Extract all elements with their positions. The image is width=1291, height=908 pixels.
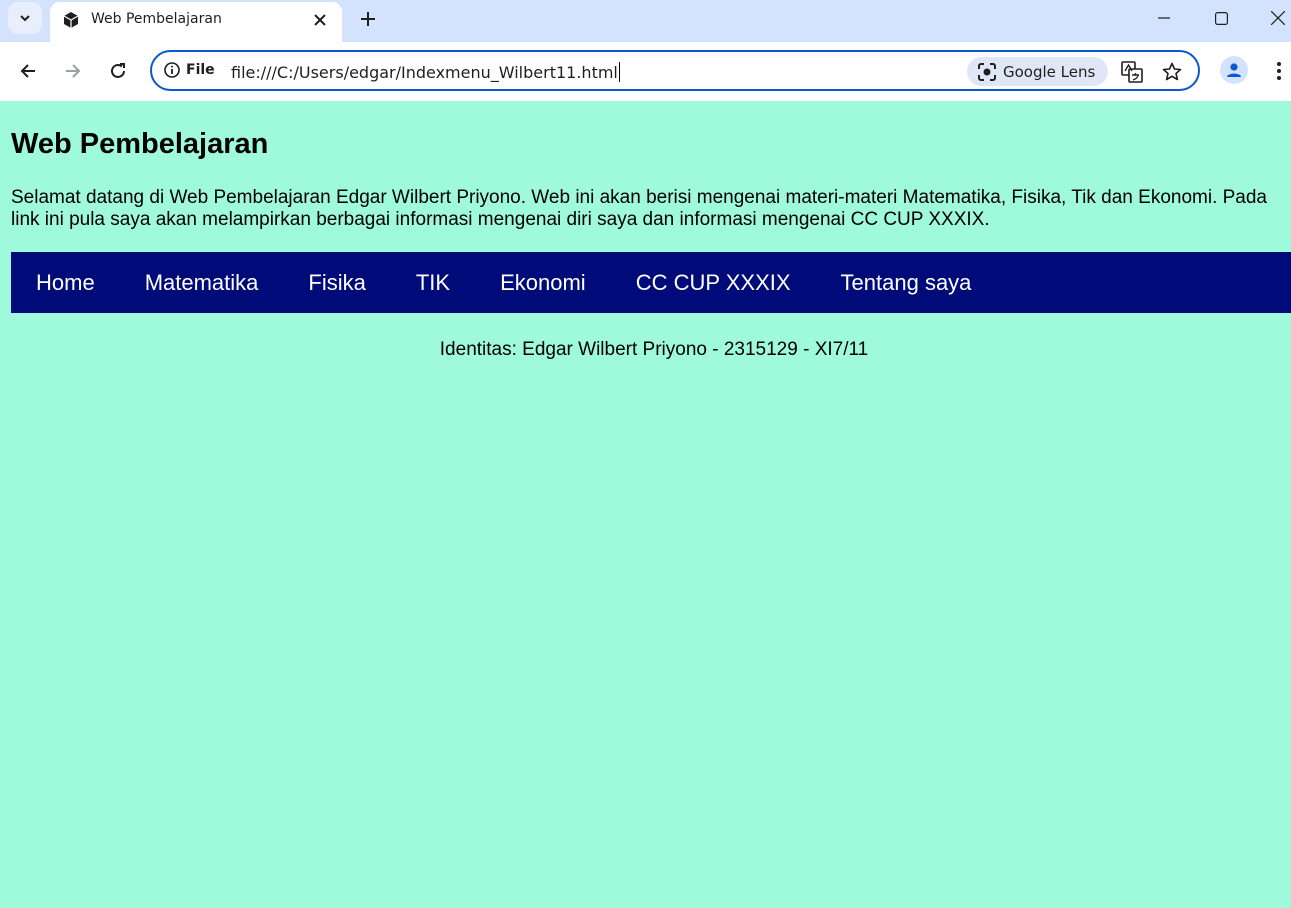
arrow-right-icon	[66, 64, 81, 78]
intro-text: Selamat datang di Web Pembelajaran Edgar…	[11, 187, 1267, 230]
browser-toolbar: File file:///C:/Users/edgar/Indexmenu_Wi…	[0, 42, 1291, 101]
close-icon	[1271, 11, 1285, 25]
nav-link-cc-cup[interactable]: CC CUP XXXIX	[611, 252, 816, 313]
site-info-label: File	[186, 62, 215, 78]
nav-link-tik[interactable]: TIK	[391, 252, 475, 313]
google-lens-label: Google Lens	[1003, 62, 1096, 81]
forward-button[interactable]	[58, 56, 88, 86]
back-button[interactable]	[13, 56, 43, 86]
site-info-button[interactable]: File	[164, 62, 215, 78]
address-bar[interactable]: File file:///C:/Users/edgar/Indexmenu_Wi…	[150, 50, 1200, 91]
maximize-button[interactable]	[1192, 0, 1250, 36]
minimize-icon	[1158, 17, 1170, 19]
star-icon	[1162, 62, 1182, 81]
translate-icon	[1121, 61, 1143, 83]
info-icon	[164, 62, 180, 78]
active-tab[interactable]: Web Pembelajaran	[50, 2, 342, 42]
lens-icon	[978, 62, 996, 81]
page-content: Web Pembelajaran Selamat datang di Web P…	[0, 101, 1291, 908]
arrow-left-icon	[20, 64, 35, 78]
browser-menu-button[interactable]	[1268, 56, 1290, 86]
close-icon	[314, 14, 326, 26]
reload-icon	[111, 63, 125, 78]
nav-link-tentang-saya[interactable]: Tentang saya	[816, 252, 997, 313]
page-title: Web Pembelajaran	[11, 128, 269, 160]
maximize-icon	[1214, 11, 1228, 25]
more-vertical-icon	[1277, 62, 1281, 80]
tab-title: Web Pembelajaran	[91, 11, 222, 27]
url-text[interactable]: file:///C:/Users/edgar/Indexmenu_Wilbert…	[231, 62, 620, 82]
nav-link-matematika[interactable]: Matematika	[120, 252, 284, 313]
minimize-button[interactable]	[1135, 0, 1193, 36]
identity-text: Identitas: Edgar Wilbert Priyono - 23151…	[439, 339, 869, 360]
plus-icon	[361, 12, 375, 26]
tab-search-button[interactable]	[8, 2, 42, 34]
translate-button[interactable]	[1121, 61, 1143, 83]
url-value: file:///C:/Users/edgar/Indexmenu_Wilbert…	[231, 63, 618, 82]
person-icon	[1227, 63, 1241, 77]
nav-link-home[interactable]: Home	[11, 252, 120, 313]
tab-close-button[interactable]	[310, 10, 330, 30]
profile-button[interactable]	[1220, 56, 1248, 84]
new-tab-button[interactable]	[354, 5, 382, 33]
nav-link-fisika[interactable]: Fisika	[283, 252, 390, 313]
window-close-button[interactable]	[1249, 0, 1291, 36]
cube-icon	[63, 12, 79, 28]
main-nav: Home Matematika Fisika TIK Ekonomi CC CU…	[11, 252, 1291, 313]
text-caret	[618, 62, 620, 82]
tab-strip: Web Pembelajaran	[0, 0, 1291, 42]
nav-link-ekonomi[interactable]: Ekonomi	[475, 252, 611, 313]
google-lens-button[interactable]: Google Lens	[967, 57, 1108, 86]
reload-button[interactable]	[103, 56, 133, 86]
chevron-down-icon	[20, 15, 30, 22]
bookmark-button[interactable]	[1161, 61, 1183, 83]
